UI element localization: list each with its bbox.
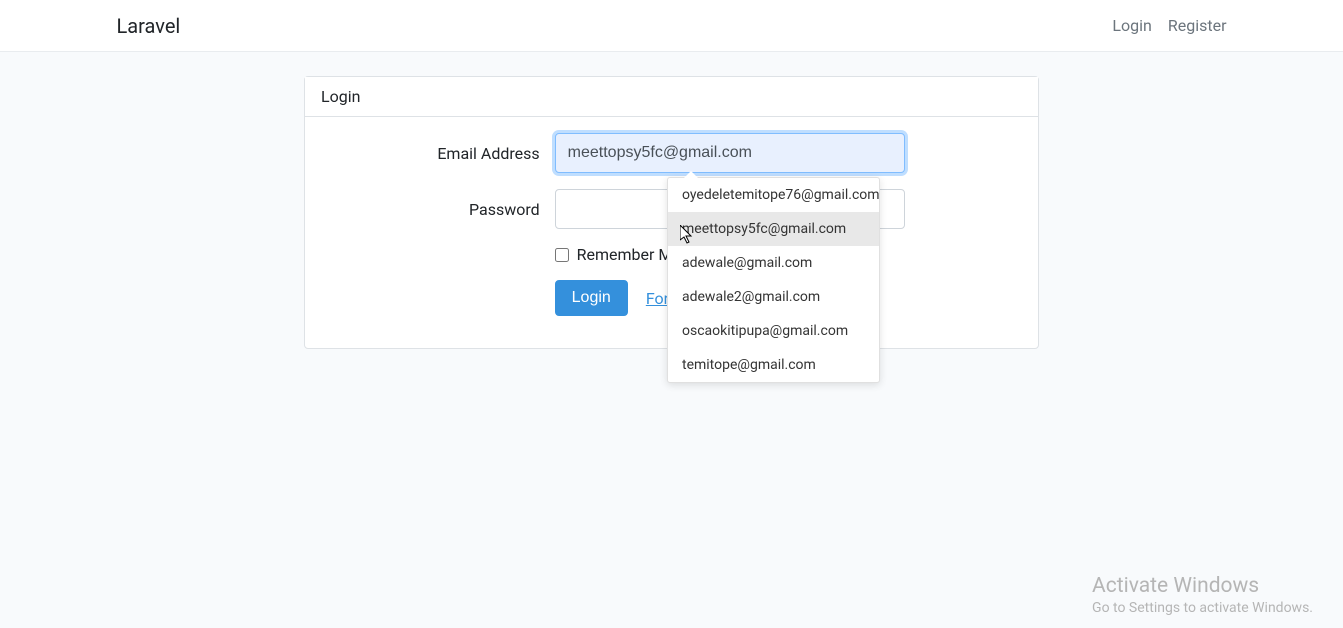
remember-checkbox[interactable] [555, 248, 569, 262]
autocomplete-item[interactable]: oyedeletemitope76@gmail.com [668, 178, 879, 212]
autocomplete-item[interactable]: adewale@gmail.com [668, 246, 879, 280]
email-input[interactable] [555, 133, 906, 173]
windows-watermark: Activate Windows Go to Settings to activ… [1092, 574, 1313, 616]
autocomplete-item[interactable]: oscaokitipupa@gmail.com [668, 314, 879, 348]
remember-label[interactable]: Remember Me [577, 245, 681, 264]
nav-register-link[interactable]: Register [1168, 16, 1227, 35]
email-group: Email Address [321, 133, 1022, 173]
login-button[interactable]: Login [555, 280, 628, 316]
watermark-subtitle: Go to Settings to activate Windows. [1092, 600, 1313, 616]
brand-link[interactable]: Laravel [117, 14, 181, 38]
autocomplete-item[interactable]: temitope@gmail.com [668, 348, 879, 382]
navbar: Laravel Login Register [0, 0, 1343, 52]
autocomplete-item[interactable]: meettopsy5fc@gmail.com [668, 212, 879, 246]
card-header: Login [305, 77, 1038, 117]
remember-check: Remember Me [555, 245, 681, 264]
nav-login-link[interactable]: Login [1112, 16, 1151, 35]
watermark-title: Activate Windows [1092, 574, 1313, 598]
password-label: Password [321, 200, 555, 219]
navbar-nav: Login Register [1112, 16, 1226, 35]
email-label: Email Address [321, 144, 555, 163]
autocomplete-dropdown: oyedeletemitope76@gmail.com meettopsy5fc… [667, 177, 880, 383]
autocomplete-item[interactable]: adewale2@gmail.com [668, 280, 879, 314]
navbar-container: Laravel Login Register [102, 14, 1242, 38]
email-input-wrapper [555, 133, 906, 173]
